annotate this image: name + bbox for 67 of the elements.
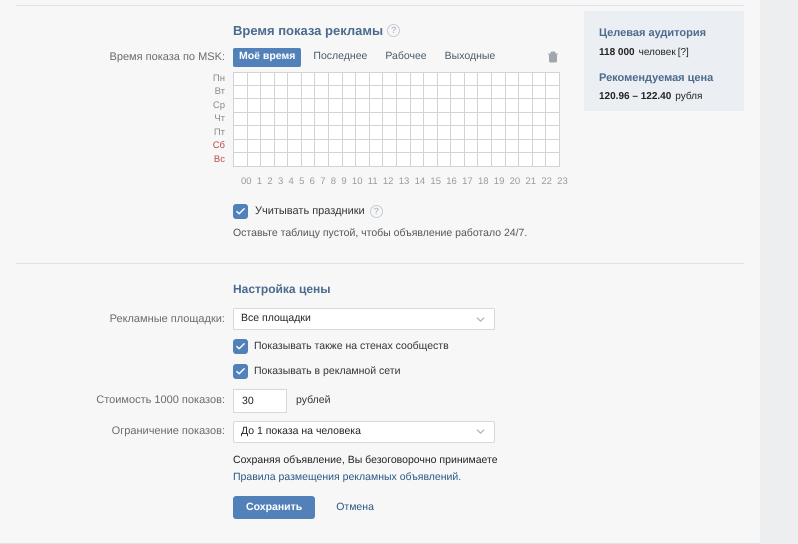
field-label: Время показа по MSK:: [109, 50, 225, 63]
checkbox[interactable]: [233, 339, 248, 354]
hour-label: 18: [478, 174, 489, 188]
hour-label: 2: [267, 174, 273, 188]
cost-input[interactable]: 30: [233, 388, 287, 412]
checkbox[interactable]: [233, 204, 248, 218]
day-label: Вс: [214, 152, 225, 166]
hour-label: 11: [368, 174, 378, 188]
summary-title: Целевая аудитория: [599, 26, 708, 41]
hour-label: 6: [310, 174, 315, 188]
hour-label: 1: [256, 174, 262, 188]
hour-label: 23: [557, 174, 568, 188]
preset-tab[interactable]: Моё время: [233, 48, 302, 66]
check-icon: [235, 341, 246, 352]
terms-link[interactable]: Правила размещения рекламных объявлений.: [233, 470, 462, 486]
field-label: Рекламные площадки:: [110, 312, 225, 325]
hour-label: 7: [320, 174, 326, 188]
hour-label: 17: [462, 174, 473, 188]
hour-label: 12: [382, 174, 394, 188]
check-icon: [235, 206, 246, 216]
hour-label: 20: [510, 174, 520, 188]
trash-icon[interactable]: [547, 51, 559, 63]
currency-label: рублей: [296, 392, 330, 408]
day-label: Вт: [214, 85, 225, 98]
hour-label: 8: [330, 174, 336, 188]
save-button[interactable]: Сохранить: [233, 496, 316, 519]
price-range: 120.96 – 122.40: [599, 90, 672, 104]
hour-label: 19: [494, 174, 504, 188]
hour-label: 10: [352, 174, 362, 188]
day-label: Сб: [212, 139, 225, 152]
hour-label: 22: [541, 174, 552, 188]
hour-label: 16: [446, 174, 457, 188]
audience-count: 118 000: [599, 46, 635, 60]
hint-text: Оставьте таблицу пустой, чтобы объявление работало 24/7.: [233, 226, 528, 242]
hour-label: 00: [241, 174, 252, 188]
hour-label: 21: [525, 174, 536, 188]
check-icon: [235, 366, 246, 378]
hour-label: 4: [288, 174, 294, 188]
hour-label: 14: [414, 174, 426, 188]
audience-unit: человек: [638, 46, 676, 60]
platforms-dropdown[interactable]: Все площадки: [233, 308, 495, 330]
checkbox-label: Учитывать праздники: [255, 204, 365, 219]
checkbox[interactable]: [233, 364, 248, 380]
day-label: Ср: [212, 98, 225, 112]
help-link[interactable]: [?]: [678, 44, 689, 60]
day-label: Чт: [214, 112, 225, 126]
preset-tab[interactable]: Выходные: [438, 48, 502, 66]
hour-label: 15: [430, 174, 441, 188]
day-label: Пн: [212, 72, 225, 85]
field-label: Стоимость 1000 показов:: [96, 394, 225, 406]
hour-label: 3: [278, 174, 284, 188]
checkbox-label: Показывать также на стенах сообществ: [254, 339, 449, 354]
preset-tab[interactable]: Последнее: [307, 48, 374, 66]
hour-label: 9: [341, 174, 347, 188]
hour-label: 13: [398, 174, 410, 188]
field-label: Ограничение показов:: [112, 425, 225, 438]
cancel-button[interactable]: Отмена: [324, 496, 386, 519]
summary-title: Рекомендуемая цена: [599, 70, 714, 86]
limit-dropdown[interactable]: До 1 показа на человека: [233, 420, 495, 442]
section-title: Время показа рекламы: [233, 22, 384, 40]
checkbox-label: Показывать в рекламной сети: [254, 364, 400, 379]
price-unit: рубля: [675, 90, 702, 104]
day-label: Пт: [214, 126, 225, 139]
hour-label: 5: [299, 174, 304, 188]
preset-tab[interactable]: Рабочее: [379, 48, 433, 66]
section-title: Настройка цены: [233, 281, 330, 298]
terms-text: Сохраняя объявление, Вы безоговорочно принимаете: [233, 452, 498, 468]
